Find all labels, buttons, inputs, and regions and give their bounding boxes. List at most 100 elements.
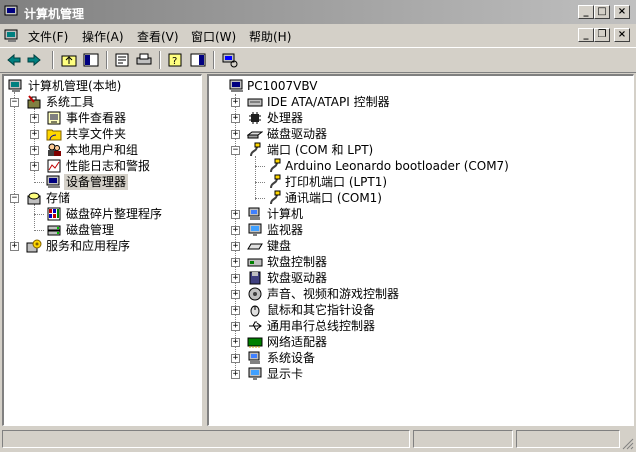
doc-close-button[interactable]: × bbox=[614, 28, 630, 42]
details-pane[interactable]: PC1007VBV + IDE ATA/ATAPI 控制器 + 处理器 + 磁盘… bbox=[207, 74, 634, 426]
tree-label: 声音、视频和游戏控制器 bbox=[267, 287, 400, 301]
action-pane-icon[interactable] bbox=[189, 52, 207, 68]
tree-item-shared-folders[interactable]: 共享文件夹 bbox=[44, 126, 200, 142]
tree-item-port-lpt1[interactable]: 打印机端口 (LPT1) bbox=[265, 174, 625, 190]
tree-label: PC1007VBV bbox=[247, 79, 318, 93]
print-icon[interactable] bbox=[135, 52, 153, 68]
tree-item-disk-defragmenter[interactable]: 磁盘碎片整理程序 bbox=[44, 206, 200, 222]
tree-label: 计算机 bbox=[267, 207, 304, 221]
tree-label: 系统设备 bbox=[267, 351, 316, 365]
computer-icon bbox=[248, 207, 260, 220]
tree-item-computer[interactable]: 计算机 bbox=[245, 206, 625, 222]
floppy-drive-icon bbox=[249, 271, 261, 285]
tree-item-processors[interactable]: 处理器 bbox=[245, 110, 625, 126]
toolbar-separator bbox=[159, 51, 161, 69]
doc-minimize-button[interactable]: _ bbox=[578, 28, 594, 42]
maximize-button[interactable]: □ bbox=[594, 5, 610, 19]
console-tree-pane[interactable]: 计算机管理(本地) − 系统工具 + 事件查看器 + 共享文件夹 + 本地用户和… bbox=[2, 74, 202, 426]
tree-item-performance-logs[interactable]: 性能日志和警报 bbox=[44, 158, 200, 174]
menu-action[interactable]: 操作(A) bbox=[82, 28, 124, 45]
disk-management-icon bbox=[47, 225, 61, 236]
tree-item-sound-video-game[interactable]: 声音、视频和游戏控制器 bbox=[245, 286, 625, 302]
scan-hardware-icon[interactable] bbox=[221, 52, 239, 68]
tree-label: 打印机端口 (LPT1) bbox=[285, 175, 388, 189]
tree-item-floppy-controllers[interactable]: 软盘控制器 bbox=[245, 254, 625, 270]
tree-item-ide-controllers[interactable]: IDE ATA/ATAPI 控制器 bbox=[245, 94, 625, 110]
expand-toggle[interactable]: + bbox=[231, 210, 240, 219]
port-connector-icon bbox=[270, 190, 281, 205]
expand-toggle[interactable]: + bbox=[231, 322, 240, 331]
expand-toggle[interactable]: + bbox=[30, 146, 39, 155]
tree-item-services-apps[interactable]: 服务和应用程序 bbox=[24, 238, 200, 254]
expand-toggle[interactable]: + bbox=[231, 306, 240, 315]
expand-toggle[interactable]: + bbox=[231, 226, 240, 235]
menu-view[interactable]: 查看(V) bbox=[137, 28, 179, 45]
tree-item-storage[interactable]: 存储 bbox=[24, 190, 200, 206]
tree-item-port-com1[interactable]: 通讯端口 (COM1) bbox=[265, 190, 625, 206]
expand-toggle[interactable]: + bbox=[30, 162, 39, 171]
doc-restore-button[interactable]: ❐ bbox=[594, 28, 610, 42]
menu-bar: 文件(F) 操作(A) 查看(V) 窗口(W) 帮助(H) _ ❐ × bbox=[0, 24, 636, 46]
title-bar[interactable]: 计算机管理 _ □ × bbox=[0, 0, 636, 24]
tree-item-keyboards[interactable]: 键盘 bbox=[245, 238, 625, 254]
expand-toggle[interactable]: + bbox=[231, 290, 240, 299]
tree-item-display-adapters[interactable]: 显示卡 bbox=[245, 366, 625, 382]
network-adapter-icon bbox=[247, 337, 263, 348]
expand-toggle[interactable]: + bbox=[231, 354, 240, 363]
minimize-button[interactable]: _ bbox=[578, 5, 594, 19]
properties-icon[interactable] bbox=[113, 52, 131, 68]
menu-file[interactable]: 文件(F) bbox=[28, 28, 68, 45]
tree-item-device-manager[interactable]: 设备管理器 bbox=[44, 174, 200, 190]
tree-item-monitors[interactable]: 监视器 bbox=[245, 222, 625, 238]
tree-item-computer-root[interactable]: PC1007VBV bbox=[211, 78, 631, 94]
computer-management-icon bbox=[4, 5, 18, 18]
tree-item-mice[interactable]: 鼠标和其它指针设备 bbox=[245, 302, 625, 318]
collapse-toggle[interactable]: − bbox=[231, 146, 240, 155]
expand-toggle[interactable]: + bbox=[30, 130, 39, 139]
window-title: 计算机管理 bbox=[24, 7, 85, 21]
forward-icon[interactable] bbox=[25, 52, 43, 68]
system-device-icon bbox=[248, 351, 260, 364]
performance-logs-icon bbox=[47, 159, 61, 173]
expand-toggle[interactable]: + bbox=[231, 370, 240, 379]
tree-item-network-adapters[interactable]: 网络适配器 bbox=[245, 334, 625, 350]
tree-connector bbox=[34, 214, 44, 215]
expand-toggle[interactable]: + bbox=[231, 338, 240, 347]
back-icon[interactable] bbox=[5, 52, 23, 68]
tree-item-local-users[interactable]: 本地用户和组 bbox=[44, 142, 200, 158]
menu-help[interactable]: 帮助(H) bbox=[249, 28, 291, 45]
mmc-document-icon[interactable] bbox=[4, 28, 20, 44]
tree-item-ports[interactable]: 端口 (COM 和 LPT) bbox=[245, 142, 625, 158]
tree-item-system-devices[interactable]: 系统设备 bbox=[245, 350, 625, 366]
expand-toggle[interactable]: + bbox=[231, 258, 240, 267]
tree-item-port-arduino[interactable]: Arduino Leonardo bootloader (COM7) bbox=[265, 158, 625, 174]
keyboard-icon bbox=[247, 243, 263, 250]
menu-window[interactable]: 窗口(W) bbox=[191, 28, 236, 45]
collapse-toggle[interactable]: − bbox=[10, 194, 19, 203]
expand-toggle[interactable]: + bbox=[231, 98, 240, 107]
tree-item-disk-management[interactable]: 磁盘管理 bbox=[44, 222, 200, 238]
collapse-toggle[interactable]: − bbox=[10, 98, 19, 107]
expand-toggle[interactable]: + bbox=[231, 274, 240, 283]
resize-grip-icon[interactable] bbox=[622, 438, 634, 450]
expand-toggle[interactable]: + bbox=[231, 242, 240, 251]
show-hide-tree-icon[interactable] bbox=[82, 52, 100, 68]
tree-item-event-viewer[interactable]: 事件查看器 bbox=[44, 110, 200, 126]
port-connector-icon bbox=[250, 142, 261, 157]
tree-item-floppy-drives[interactable]: 软盘驱动器 bbox=[245, 270, 625, 286]
help-icon[interactable]: ? bbox=[167, 52, 185, 68]
computer-management-icon bbox=[8, 79, 22, 92]
tree-item-disk-drives[interactable]: 磁盘驱动器 bbox=[245, 126, 625, 142]
expand-toggle[interactable]: + bbox=[231, 130, 240, 139]
expand-toggle[interactable]: + bbox=[10, 242, 19, 251]
expand-toggle[interactable]: + bbox=[231, 114, 240, 123]
close-button[interactable]: × bbox=[614, 5, 630, 19]
up-one-level-icon[interactable] bbox=[60, 52, 78, 68]
tree-item-usb-controllers[interactable]: 通用串行总线控制器 bbox=[245, 318, 625, 334]
tree-item-system-tools[interactable]: 系统工具 bbox=[24, 94, 200, 110]
tree-label: 性能日志和警报 bbox=[66, 159, 151, 173]
tree-label: 显示卡 bbox=[267, 367, 304, 381]
tree-label: 共享文件夹 bbox=[66, 127, 127, 141]
tree-item-computer-management[interactable]: 计算机管理(本地) bbox=[6, 78, 201, 94]
expand-toggle[interactable]: + bbox=[30, 114, 39, 123]
